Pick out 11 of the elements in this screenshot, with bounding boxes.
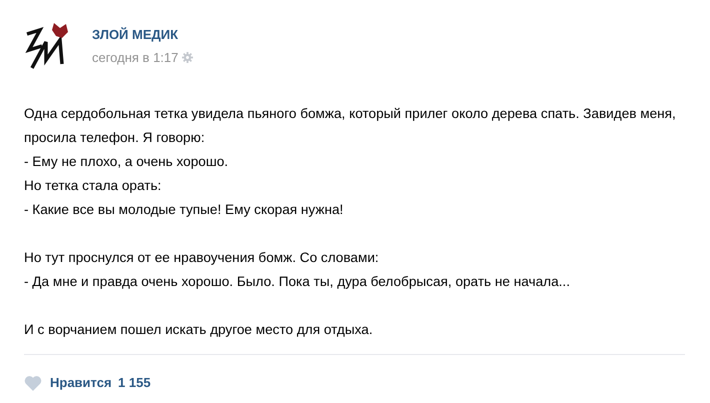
post-text-line: - Ему не плохо, а очень хорошо. (24, 153, 230, 171)
author-name[interactable]: ЗЛОЙ МЕДИК (92, 24, 194, 44)
post-text-line: Одна сердобольная тетка увидела пьяного бомжа, который прилег около дерева спать. Завидев меня, просила телефон. Я говорю: (24, 105, 677, 147)
like-button[interactable]: Нравится 1 155 (50, 373, 151, 392)
post-text-line: Но тут проснулся от ее нравоучения бомж. Со словами: (24, 249, 380, 267)
post-text-line: Но тетка стала орать: (24, 177, 162, 195)
post-text-line: - Да мне и правда очень хорошо. Было. Пока ты, дура белобрысая, орать не начала... (24, 273, 571, 291)
heart-icon[interactable] (24, 374, 42, 391)
post-text-line: - Какие все вы молодые тупые! Ему скорая нужна! (24, 201, 344, 219)
gear-icon[interactable] (182, 52, 194, 64)
post-text-line: И с ворчанием пошел искать другое место для отдыха. (24, 321, 374, 339)
